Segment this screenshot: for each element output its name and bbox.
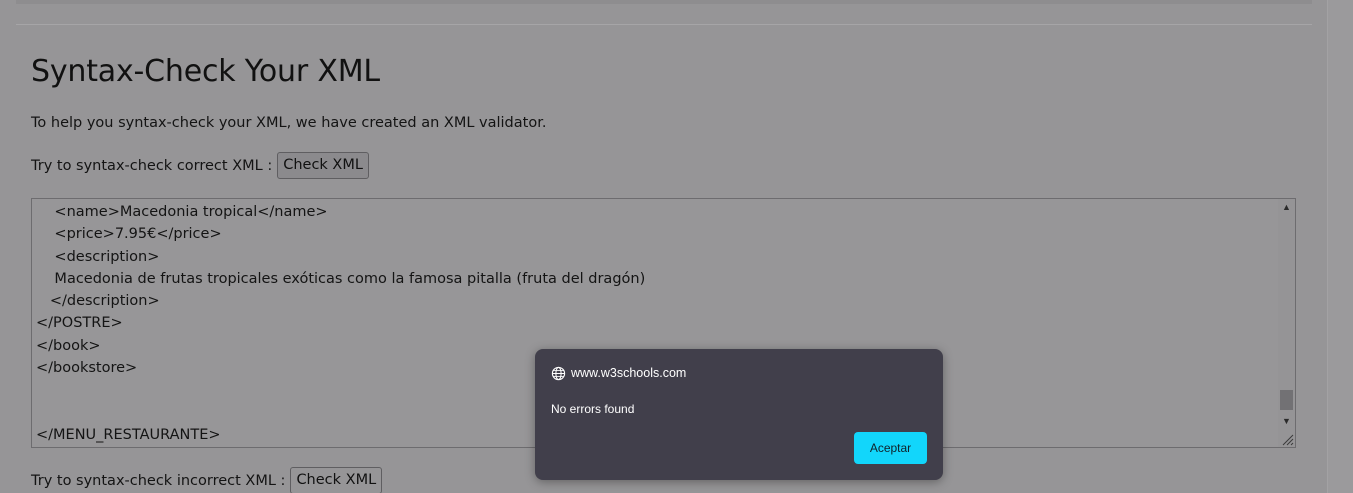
section-divider: [16, 24, 1312, 25]
scroll-up-icon[interactable]: ▲: [1278, 199, 1295, 215]
incorrect-xml-row: Try to syntax-check incorrect XML : Chec…: [31, 467, 383, 493]
dialog-message: No errors found: [551, 402, 635, 416]
correct-xml-label: Try to syntax-check correct XML :: [31, 157, 273, 174]
scroll-down-icon[interactable]: ▼: [1278, 413, 1295, 429]
dialog-header: www.w3schools.com: [551, 365, 686, 381]
page-title: Syntax-Check Your XML: [31, 54, 380, 89]
check-correct-xml-button[interactable]: Check XML: [277, 152, 369, 179]
alert-dialog: www.w3schools.com No errors found Acepta…: [535, 349, 943, 480]
page-scrollbar[interactable]: [1327, 0, 1353, 493]
textarea-scrollbar[interactable]: ▲ ▼: [1278, 199, 1295, 447]
scroll-thumb[interactable]: [1280, 390, 1293, 410]
top-strip: [16, 0, 1312, 4]
globe-icon: [551, 366, 566, 380]
dialog-origin: www.w3schools.com: [571, 366, 687, 380]
accept-button[interactable]: Aceptar: [854, 432, 927, 464]
incorrect-xml-label: Try to syntax-check incorrect XML :: [31, 472, 286, 489]
correct-xml-row: Try to syntax-check correct XML : Check …: [31, 152, 369, 179]
check-incorrect-xml-button[interactable]: Check XML: [290, 467, 383, 493]
resize-grip-icon[interactable]: [1280, 432, 1294, 446]
intro-text: To help you syntax-check your XML, we ha…: [31, 115, 547, 131]
